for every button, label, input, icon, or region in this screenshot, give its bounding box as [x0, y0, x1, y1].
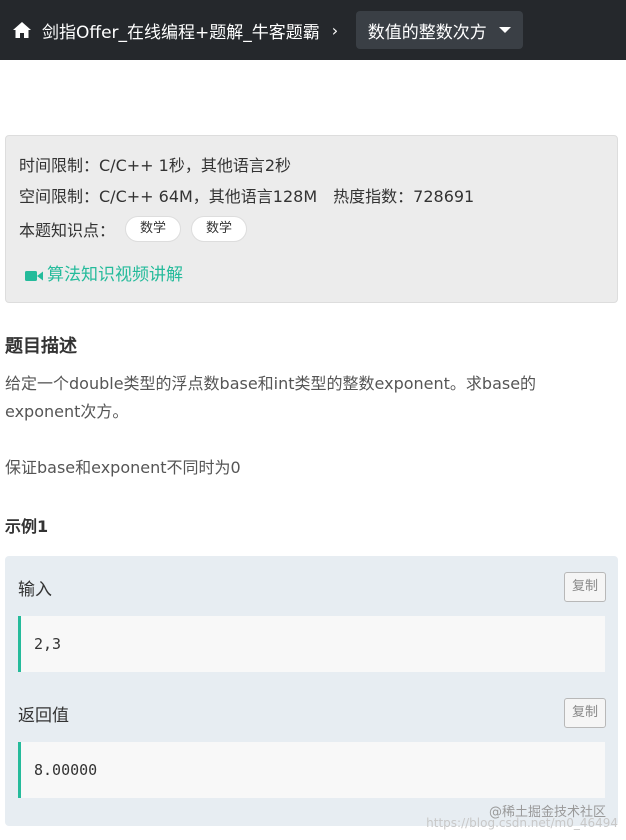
space-limit: 空间限制：C/C++ 64M，其他语言128M [19, 187, 318, 206]
description-paragraph: 给定一个double类型的浮点数base和int类型的整数exponent。求b… [5, 374, 537, 421]
home-icon[interactable] [12, 21, 32, 39]
video-link-label: 算法知识视频讲解 [47, 265, 183, 285]
time-limit: 时间限制：C/C++ 1秒，其他语言2秒 [19, 156, 291, 175]
input-code-block: 2,3 [18, 616, 605, 672]
problem-title-dropdown[interactable]: 数值的整数次方 [355, 11, 523, 49]
problem-title: 数值的整数次方 [367, 22, 487, 43]
description-constraint: 保证base和exponent不同时为0 [5, 458, 241, 477]
breadcrumb-link[interactable]: 剑指Offer_在线编程+题解_牛客题霸 [42, 18, 320, 43]
tag-math[interactable]: 数学 [191, 216, 248, 242]
copy-input-button[interactable]: 复制 [564, 572, 606, 602]
caret-down-icon [498, 27, 511, 33]
watermark-url: https://blog.csdn.net/m0_46494 [426, 816, 618, 830]
description-heading: 题目描述 [5, 336, 77, 357]
chevron-right-icon: › [331, 20, 339, 40]
top-nav-bar: 剑指Offer_在线编程+题解_牛客题霸 › 数值的整数次方 [0, 0, 626, 60]
space-limit-line: 空间限制：C/C++ 64M，其他语言128M 热度指数：728691 [19, 181, 604, 212]
example-box: 输入 复制 2,3 返回值 复制 8.00000 [5, 556, 618, 826]
output-label: 返回值 [18, 706, 69, 726]
example-heading: 示例1 [5, 517, 49, 536]
output-code-block: 8.00000 [18, 742, 605, 798]
tag-math[interactable]: 数学 [125, 216, 182, 242]
input-label: 输入 [18, 580, 52, 600]
video-camera-icon [25, 267, 43, 281]
video-explanation-link[interactable]: 算法知识视频讲解 [25, 260, 604, 285]
heat-index: 热度指数：728691 [333, 187, 475, 206]
problem-info-card: 时间限制：C/C++ 1秒，其他语言2秒 空间限制：C/C++ 64M，其他语言… [5, 135, 618, 303]
copy-output-button[interactable]: 复制 [564, 698, 606, 728]
knowledge-label: 本题知识点： [19, 221, 116, 240]
knowledge-tags: 本题知识点： 数学 数学 [19, 212, 604, 246]
